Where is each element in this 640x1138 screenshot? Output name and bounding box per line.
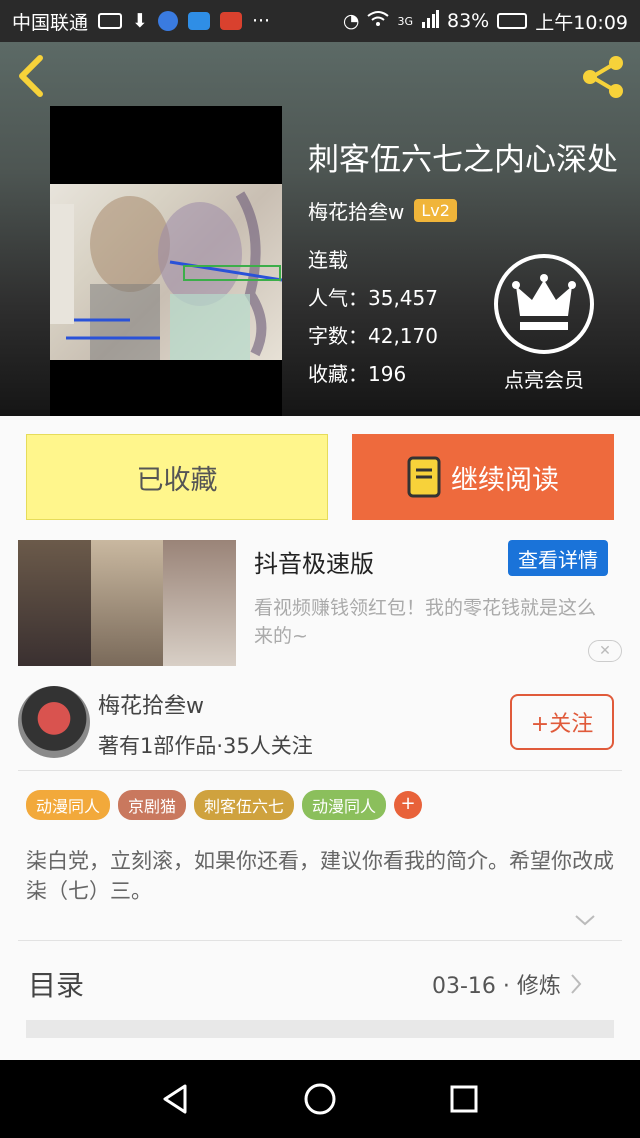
continue-reading-button[interactable]: 继续阅读 <box>352 434 614 520</box>
latest-chapter: 03-16 · 修炼 <box>432 974 561 999</box>
level-badge: Lv2 <box>414 199 457 222</box>
book-icon <box>407 456 441 498</box>
vip-label[interactable]: 点亮会员 <box>494 364 594 393</box>
favorite-count: 收藏：196 <box>308 362 407 386</box>
author-card-name[interactable]: 梅花拾叁w <box>98 688 204 720</box>
system-nav-bar <box>0 1060 640 1138</box>
author-line[interactable]: 梅花拾叁w Lv2 <box>308 196 457 225</box>
add-tag-button[interactable]: + <box>394 791 423 819</box>
chevron-down-icon[interactable] <box>574 912 596 928</box>
collected-button[interactable]: 已收藏 <box>26 434 328 520</box>
alarm-icon: ◔ <box>342 10 360 32</box>
tag-list: 动漫同人 京剧猫 刺客伍六七 动漫同人 + <box>26 790 423 820</box>
latest-chapter-link[interactable]: 03-16 · 修炼 <box>432 968 583 1000</box>
tag[interactable]: 刺客伍六七 <box>194 790 295 820</box>
back-button[interactable] <box>14 54 54 102</box>
more-notifications-icon: ··· <box>251 10 271 32</box>
popularity: 人气：35,457 <box>308 286 438 310</box>
tag[interactable]: 京剧猫 <box>118 790 187 820</box>
signal-icon <box>421 9 439 33</box>
author-name[interactable]: 梅花拾叁w <box>308 196 404 225</box>
chapter-list-placeholder <box>26 1020 614 1038</box>
word-count: 字数：42,170 <box>308 324 438 348</box>
crown-icon <box>512 274 576 330</box>
follow-button[interactable]: +关注 <box>510 694 614 750</box>
ad-detail-button[interactable]: 查看详情 <box>508 540 608 576</box>
book-detail-content: 已收藏 继续阅读 抖音极速版 查看详情 看视频赚钱领红包！我的零花钱就是这么来的… <box>0 416 640 1060</box>
message-app-icon <box>187 12 210 30</box>
book-header: 刺客伍六七之内心深处 梅花拾叁w Lv2 连载 人气：35,457 字数：42,… <box>0 42 640 416</box>
continue-reading-label: 继续阅读 <box>451 464 559 496</box>
serial-status: 连载 <box>308 248 348 272</box>
tag[interactable]: 动漫同人 <box>302 790 387 820</box>
close-icon[interactable]: ✕ <box>588 640 622 662</box>
book-title: 刺客伍六七之内心深处 <box>308 142 618 178</box>
battery-icon <box>497 13 528 29</box>
synopsis: 柒白党，立刻滚，如果你还看，建议你看我的简介。希望你改成柒（七）三。 <box>26 849 614 903</box>
chevron-right-icon <box>571 974 582 994</box>
divider <box>18 770 622 771</box>
app-notification-icon <box>157 11 178 31</box>
home-circle-icon[interactable] <box>303 1082 337 1116</box>
back-triangle-icon[interactable] <box>159 1082 193 1116</box>
ad-title[interactable]: 抖音极速版 <box>254 544 374 579</box>
battery-percent: 83% <box>447 10 490 32</box>
share-button[interactable] <box>578 52 628 102</box>
carrier-name: 中国联通 <box>12 11 89 34</box>
activity-icon <box>98 13 123 29</box>
ad-description[interactable]: 看视频赚钱领红包！我的零花钱就是这么来的~ <box>254 594 606 650</box>
wifi-icon <box>367 10 390 33</box>
book-cover[interactable] <box>50 106 282 416</box>
clock: 上午10:09 <box>535 11 628 34</box>
game-app-icon <box>219 12 242 30</box>
network-type: 3G <box>397 14 413 28</box>
ad-banner[interactable]: 抖音极速版 查看详情 看视频赚钱领红包！我的零花钱就是这么来的~ ✕ <box>0 536 640 670</box>
tag[interactable]: 动漫同人 <box>26 790 111 820</box>
recent-apps-icon[interactable] <box>447 1082 481 1116</box>
cover-illustration <box>50 184 282 360</box>
author-card-info: 著有1部作品·35人关注 <box>98 734 313 758</box>
download-icon: ⬇ <box>132 10 148 32</box>
avatar[interactable] <box>18 686 90 758</box>
table-of-contents-label[interactable]: 目录 <box>28 964 84 1004</box>
vip-button[interactable] <box>494 254 594 354</box>
status-bar: 中国联通 ⬇ ··· ◔ 3G 83% 上午10:09 <box>0 0 640 42</box>
author-card[interactable]: 梅花拾叁w 著有1部作品·35人关注 +关注 <box>0 680 640 770</box>
chevron-left-icon <box>19 55 43 97</box>
share-icon <box>583 56 623 98</box>
ad-thumbnails[interactable] <box>18 540 237 666</box>
divider <box>18 940 622 941</box>
